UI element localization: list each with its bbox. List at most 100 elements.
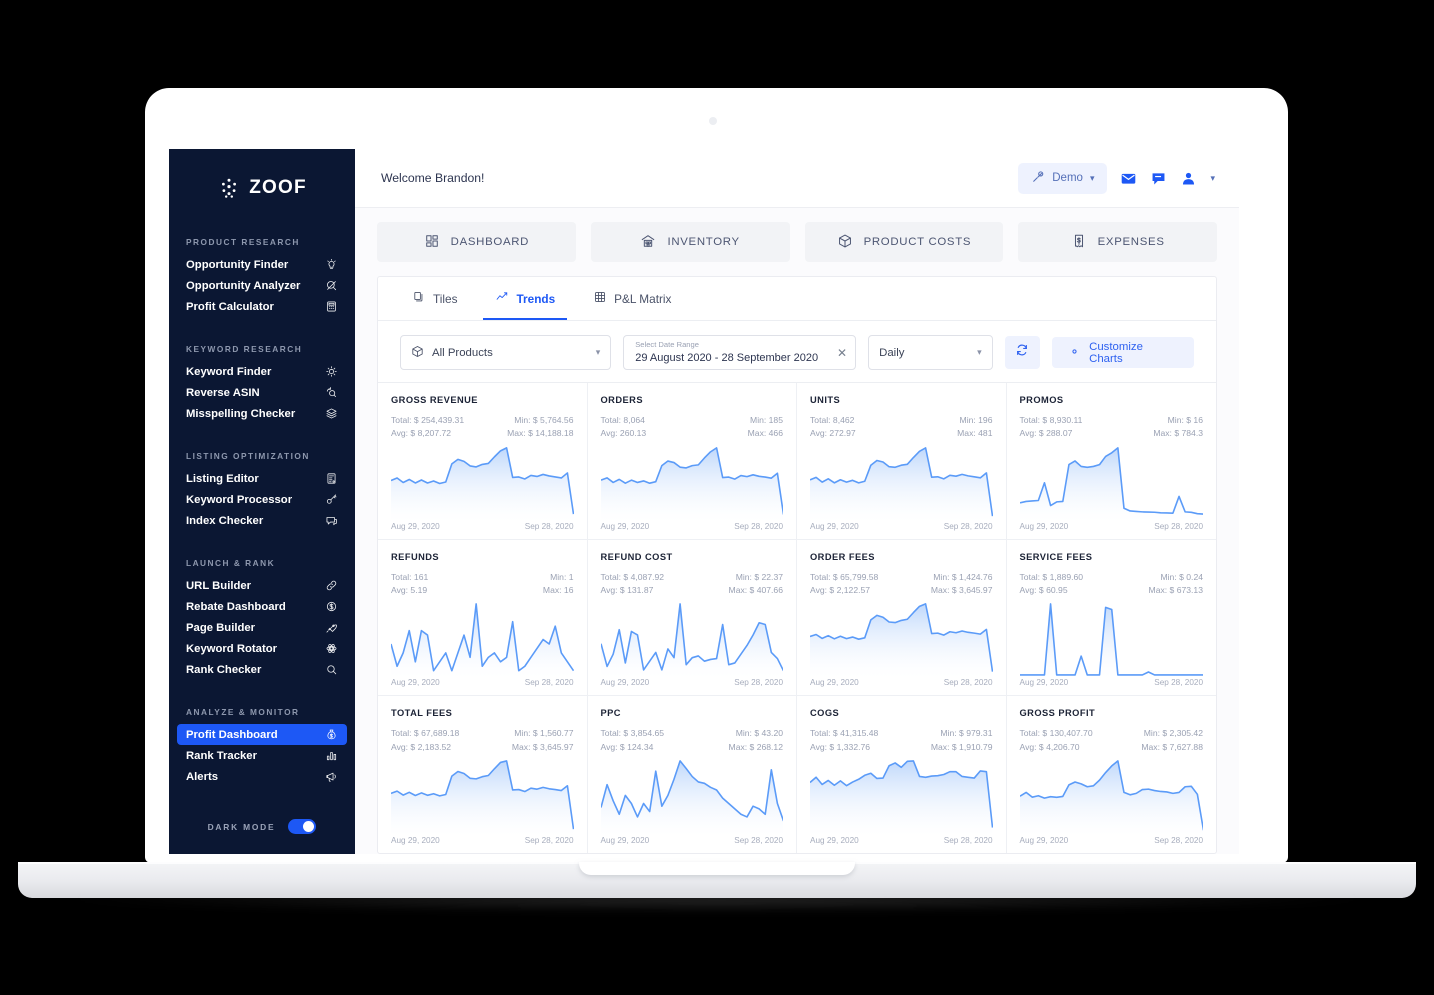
stat-min: Min: 1 — [550, 571, 574, 582]
chart-axis-end: Sep 28, 2020 — [943, 678, 993, 688]
chart-sparkline — [1019, 445, 1203, 522]
chart-sparkline — [600, 445, 783, 522]
chart-card-stats: Total: $ 67,689.18 Avg: $ 2,183.52 Min: $ … — [391, 727, 574, 754]
sidebar-item-opportunity-finder[interactable]: Opportunity Finder — [177, 254, 347, 275]
sidebar-item-label: URL Builder — [186, 579, 252, 592]
stat-max: Max: $ 7,627.88 — [1141, 741, 1203, 752]
close-icon[interactable]: ✕ — [837, 346, 847, 360]
brand-logo[interactable]: ZOOF — [169, 149, 355, 227]
chart-card[interactable]: GROSS PROFIT Total: $ 130,407.70 Avg: $ 4,… — [1007, 696, 1217, 853]
refresh-button[interactable] — [1004, 336, 1041, 369]
sidebar-section: LAUNCH & RANK URL Builder Rebate Dashboard… — [169, 558, 355, 680]
sidebar-section: LISTING OPTIMIZATION Listing Editor Keywor… — [169, 451, 355, 531]
chart-axis-start: Aug 29, 2020 — [391, 836, 440, 845]
sidebar-item-rebate-dashboard[interactable]: Rebate Dashboard — [177, 596, 347, 617]
chart-card[interactable]: PPC Total: $ 3,854.65 Avg: $ 124.34 Min: $ … — [588, 696, 797, 853]
chart-stats-left: Total: 8,462 Avg: 272.97 — [810, 414, 856, 441]
user-chevron-down-icon[interactable]: ▾ — [1210, 173, 1215, 184]
chart-card[interactable]: REFUND COST Total: $ 4,087.92 Avg: $ 131.8… — [587, 539, 797, 697]
chart-card[interactable]: ORDER FEES Total: $ 65,799.58 Avg: $ 2,122… — [797, 539, 1007, 697]
chat-icon[interactable] — [1150, 170, 1167, 187]
layers-icon — [325, 407, 338, 420]
sidebar-item-url-builder[interactable]: URL Builder — [177, 575, 347, 596]
sidebar-item-misspelling-checker[interactable]: Misspelling Checker — [177, 403, 347, 424]
module-button-inventory[interactable]: INVENTORY — [590, 222, 790, 262]
tab-label: Tiles — [433, 291, 458, 306]
user-icon[interactable] — [1180, 170, 1197, 187]
tab-tiles[interactable]: Tiles — [400, 277, 469, 320]
refresh-icon — [1015, 343, 1029, 362]
sidebar-item-label: Page Builder — [186, 621, 256, 634]
chart-axis-end: Sep 28, 2020 — [734, 521, 783, 531]
account-chip[interactable]: Demo ▾ — [1018, 162, 1108, 194]
chart-axis-end: Sep 28, 2020 — [524, 836, 574, 845]
chart-card[interactable]: PROMOS Total: $ 8,930.11 Avg: $ 288.07 Min:… — [1006, 383, 1216, 540]
stat-total: Total: $ 1,889.60 — [1019, 571, 1084, 582]
sidebar-item-keyword-finder[interactable]: Keyword Finder — [177, 361, 347, 382]
sidebar-item-page-builder[interactable]: Page Builder — [177, 617, 347, 638]
customize-charts-button[interactable]: Customize Charts — [1052, 337, 1195, 368]
stat-avg: Avg: 5.19 — [391, 584, 428, 595]
chart-stats-left: Total: $ 67,689.18 Avg: $ 2,183.52 — [391, 727, 459, 754]
matrix-icon — [593, 290, 607, 307]
chart-sparkline — [391, 601, 574, 679]
dark-mode-toggle[interactable] — [288, 819, 317, 834]
module-button-product-costs[interactable]: PRODUCT COSTS — [804, 222, 1004, 262]
chart-stats-left: Total: 161 Avg: 5.19 — [391, 571, 428, 598]
chart-sparkline — [600, 758, 783, 836]
date-range-field[interactable]: Select Date Range 29 August 2020 - 28 Se… — [623, 335, 857, 370]
chart-axis-end: Sep 28, 2020 — [1154, 678, 1203, 688]
sidebar-item-opportunity-analyzer[interactable]: Opportunity Analyzer — [177, 275, 347, 296]
chart-card[interactable]: TOTAL FEES Total: $ 67,689.18 Avg: $ 2,183… — [378, 696, 588, 853]
chart-card-stats: Total: $ 8,930.11 Avg: $ 288.07 Min: $ 16 M… — [1020, 414, 1204, 441]
module-button-label: PRODUCT COSTS — [863, 236, 972, 248]
sidebar-item-reverse-asin[interactable]: Reverse ASIN — [177, 382, 347, 403]
chart-card[interactable]: GROSS REVENUE Total: $ 254,439.31 Avg: $ 8… — [378, 383, 588, 540]
box-icon — [837, 233, 853, 252]
chart-axis-labels: Aug 29, 2020 Sep 28, 2020 — [810, 836, 993, 853]
chart-card[interactable]: UNITS Total: 8,462 Avg: 272.97 Min: 196 Max:… — [797, 383, 1007, 540]
chart-card[interactable]: REFUNDS Total: 161 Avg: 5.19 Min: 1 Max: 16 A… — [378, 539, 588, 697]
laptop-camera-icon — [709, 117, 717, 125]
sidebar-item-rank-checker[interactable]: Rank Checker — [177, 659, 347, 680]
stat-avg: Avg: $ 4,206.70 — [1019, 741, 1080, 752]
dark-mode-label: DARK MODE — [207, 821, 276, 832]
granularity-select[interactable]: Daily ▾ — [868, 335, 993, 370]
tab-p-l-matrix[interactable]: P&L Matrix — [581, 277, 683, 320]
sidebar-item-index-checker[interactable]: Index Checker — [177, 510, 347, 531]
chevron-down-icon: ▾ — [595, 347, 601, 357]
product-select-value: All Products — [432, 346, 493, 359]
chart-card-stats: Total: $ 1,889.60 Avg: $ 60.95 Min: $ 0.24… — [1020, 571, 1204, 598]
panel-tabs: Tiles Trends P&L Matrix — [378, 277, 1216, 321]
sidebar-item-alerts[interactable]: Alerts — [177, 766, 347, 787]
stat-min: Min: $ 0.24 — [1160, 571, 1203, 582]
sidebar-item-listing-editor[interactable]: Listing Editor — [177, 468, 347, 489]
stat-max: Max: $ 673.13 — [1148, 584, 1203, 595]
chart-card[interactable]: ORDERS Total: 8,064 Avg: 260.13 Min: 185 Max… — [587, 383, 797, 540]
module-button-dashboard[interactable]: DASHBOARD — [377, 222, 576, 262]
sidebar-item-profit-dashboard[interactable]: Profit Dashboard — [177, 724, 347, 745]
key-icon — [325, 493, 338, 506]
sidebar-item-keyword-processor[interactable]: Keyword Processor — [177, 489, 347, 510]
chart-axis-start: Aug 29, 2020 — [810, 521, 859, 531]
chart-axis-start: Aug 29, 2020 — [1019, 836, 1069, 845]
sidebar-item-profit-calculator[interactable]: Profit Calculator — [177, 296, 347, 317]
mail-icon[interactable] — [1120, 170, 1137, 187]
chart-card-title: PROMOS — [1019, 395, 1064, 405]
module-button-expenses[interactable]: EXPENSES — [1018, 222, 1217, 262]
sidebar-nav: PRODUCT RESEARCH Opportunity Finder Opport… — [169, 237, 355, 787]
link-icon — [325, 579, 338, 592]
chart-card[interactable]: SERVICE FEES Total: $ 1,889.60 Avg: $ 60.9… — [1006, 540, 1216, 697]
sidebar-item-keyword-rotator[interactable]: Keyword Rotator — [177, 638, 347, 659]
chart-stats-right: Min: $ 1,560.77 Max: $ 3,645.97 — [512, 727, 574, 754]
sidebar-item-label: Misspelling Checker — [186, 407, 296, 420]
chart-stats-right: Min: $ 16 Max: $ 784.3 — [1153, 414, 1203, 441]
chart-axis-labels: Aug 29, 2020 Sep 28, 2020 — [1020, 522, 1204, 539]
product-select[interactable]: All Products ▾ — [400, 335, 612, 370]
tab-trends[interactable]: Trends — [483, 277, 568, 320]
chart-card[interactable]: COGS Total: $ 41,315.48 Avg: $ 1,332.76 Min… — [797, 696, 1007, 853]
sidebar-item-rank-tracker[interactable]: Rank Tracker — [177, 745, 347, 766]
chart-axis-start: Aug 29, 2020 — [810, 836, 859, 845]
lightbulb-icon — [325, 258, 338, 271]
chart-stats-left: Total: $ 41,315.48 Avg: $ 1,332.76 — [810, 727, 878, 754]
